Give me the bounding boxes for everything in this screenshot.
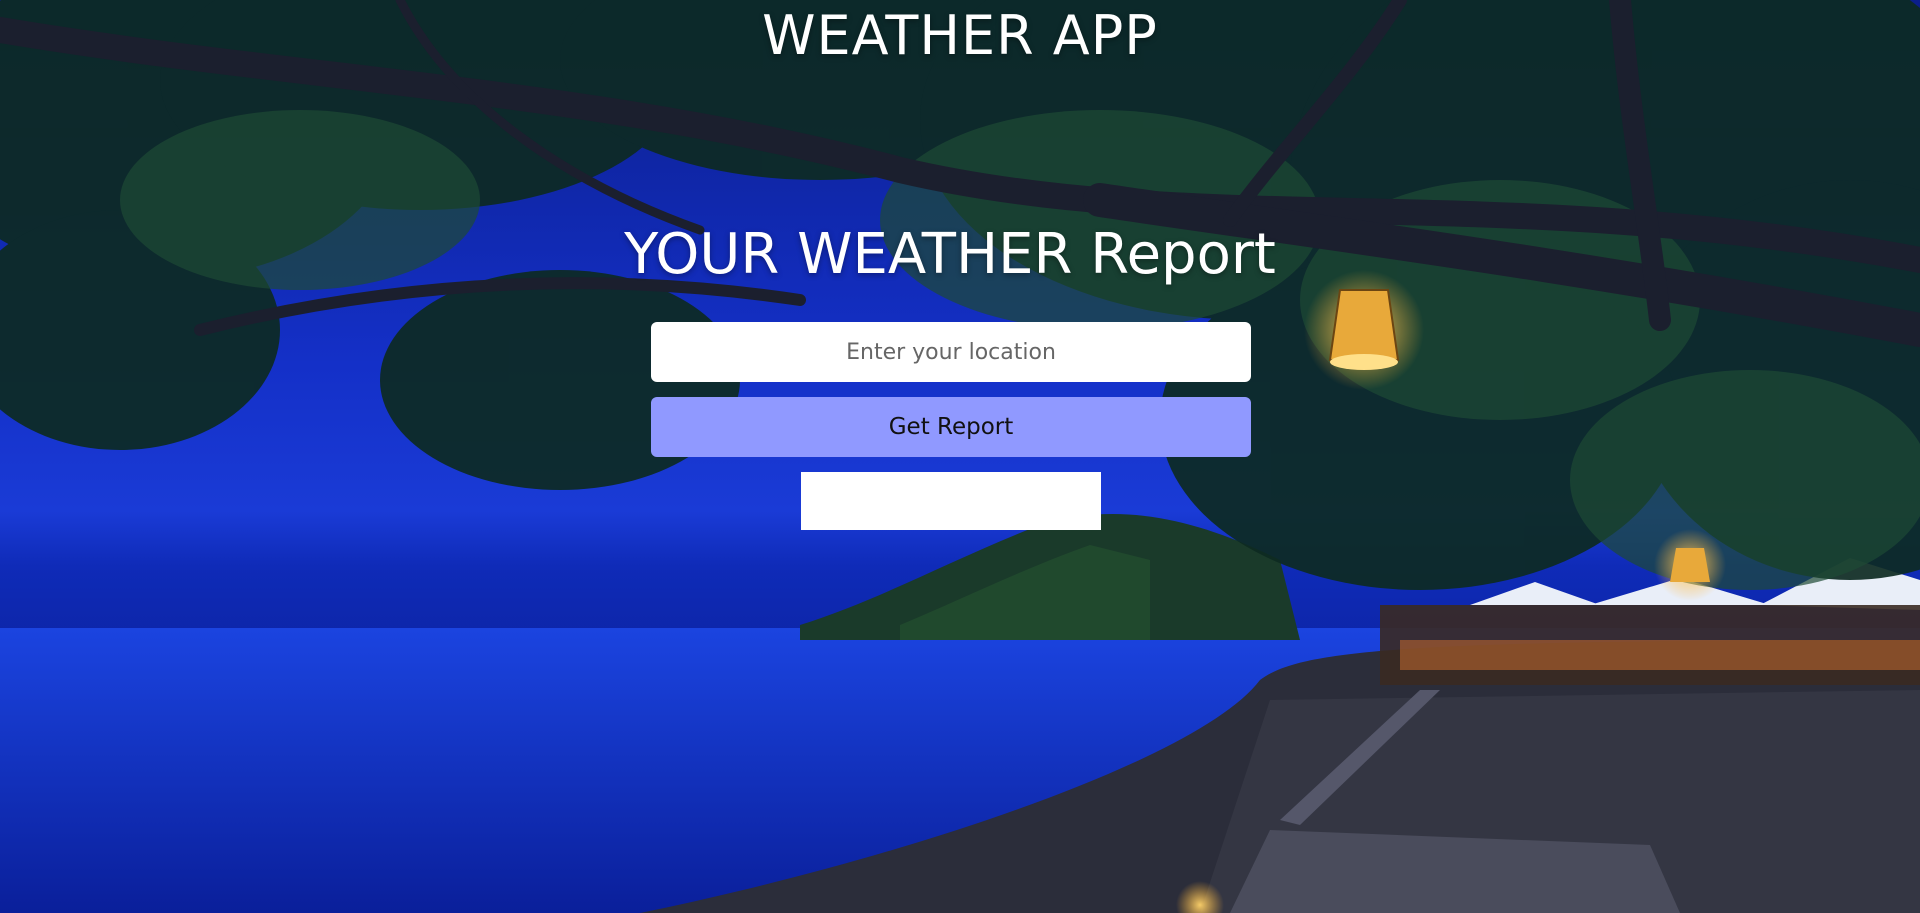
location-input[interactable] <box>651 322 1251 382</box>
get-report-button[interactable]: Get Report <box>651 397 1251 457</box>
page-title: YOUR WEATHER Report <box>624 222 1276 287</box>
background-scene: WEATHER APP YOUR WEATHER Report Get Repo… <box>0 0 1920 913</box>
app-title: WEATHER APP <box>762 4 1158 67</box>
weather-result-box <box>801 472 1101 530</box>
